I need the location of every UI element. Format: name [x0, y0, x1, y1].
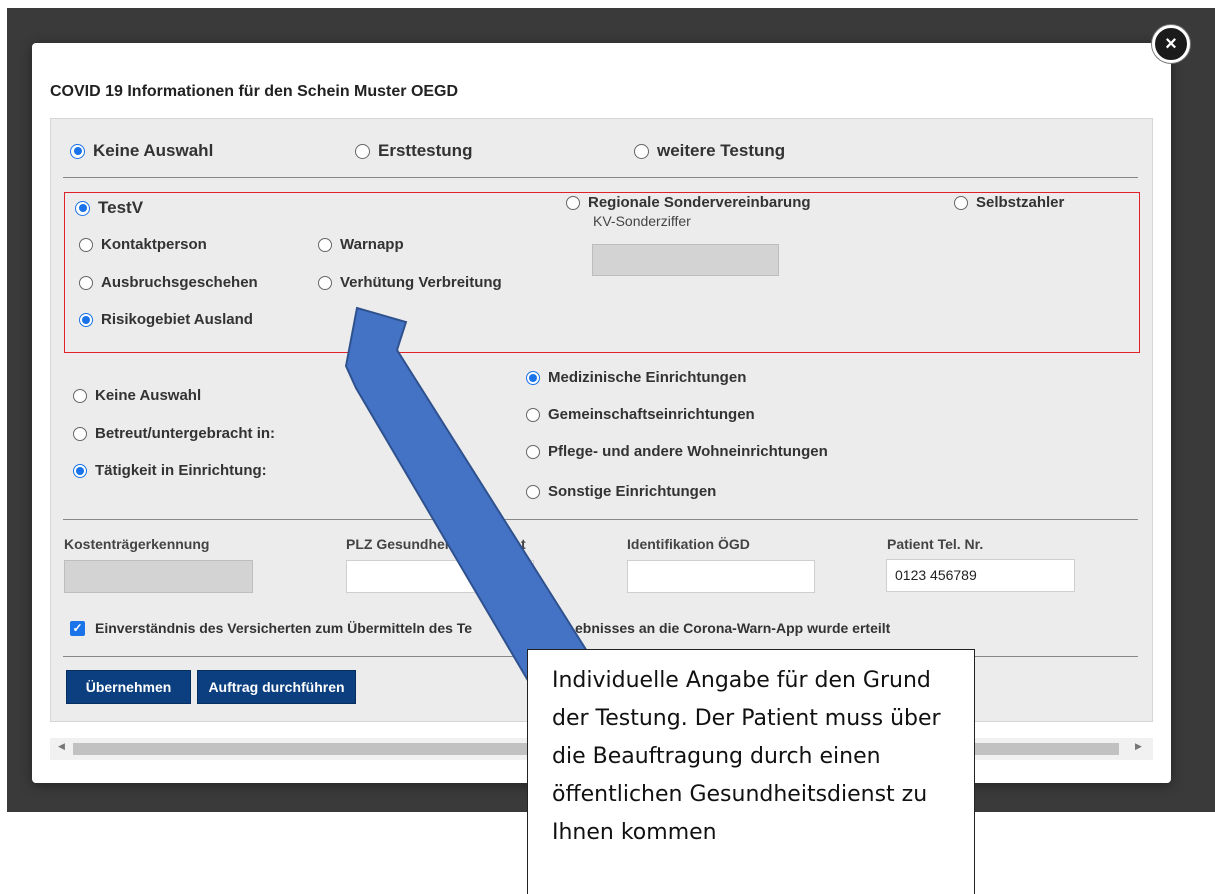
annotation-callout: Individuelle Angabe für den Grund der Te… [527, 649, 975, 894]
arrow-shape [344, 306, 592, 686]
